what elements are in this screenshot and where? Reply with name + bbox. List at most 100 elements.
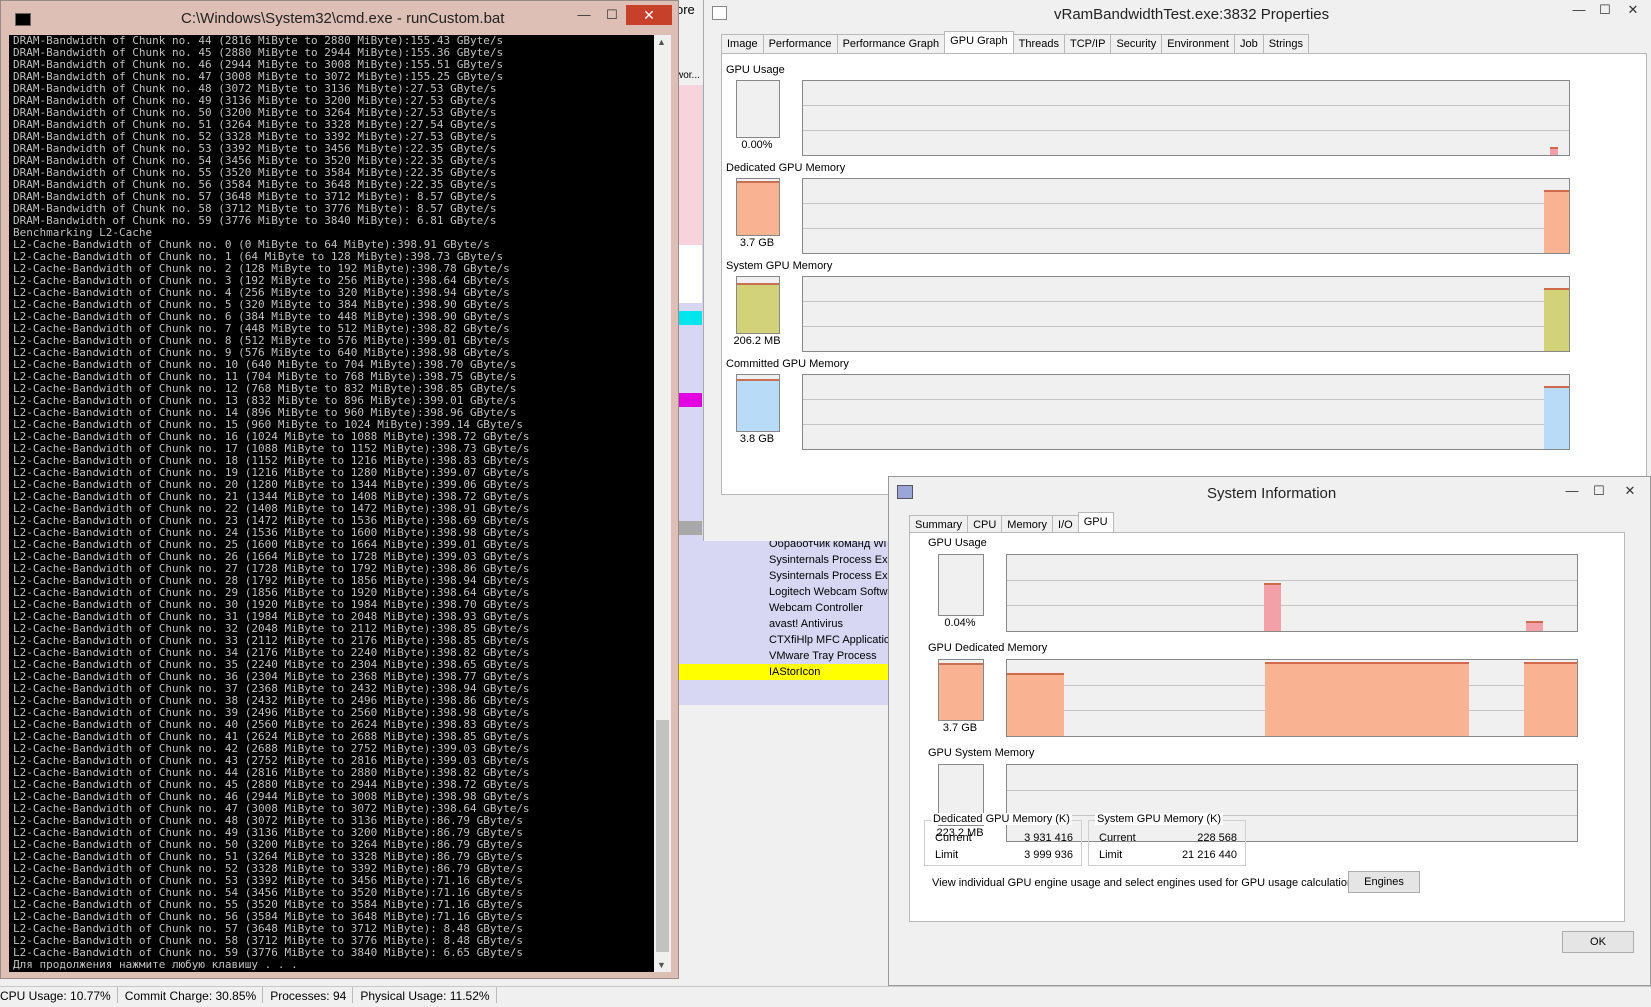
history-segment (1265, 661, 1469, 736)
tab-image[interactable]: Image (721, 34, 764, 53)
system-memory-group: System GPU Memory (K) Current 228 568 Li… (1088, 813, 1246, 866)
current-value: 228 568 (1197, 832, 1237, 844)
scrollbar-thumb[interactable] (656, 720, 669, 952)
tab-strings[interactable]: Strings (1262, 34, 1309, 53)
current-value: 3 931 416 (1024, 832, 1073, 844)
system-information-window: System Information — ☐ ✕ Summary CPU Memor… (888, 476, 1651, 986)
cpu-usage-status: CPU Usage: 10.77% (0, 987, 118, 1003)
history-chart (802, 80, 1570, 156)
gauge-fill (737, 378, 779, 431)
tab-job[interactable]: Job (1233, 34, 1264, 53)
graph-value: 3.7 GB (942, 722, 978, 734)
limit-value: 21 216 440 (1181, 849, 1237, 861)
graph-label: Committed GPU Memory (726, 358, 849, 370)
tab-environment[interactable]: Environment (1161, 34, 1235, 53)
group-caption: Dedicated GPU Memory (K) (931, 813, 1072, 825)
history-chart (802, 178, 1570, 254)
history-segment (1523, 661, 1577, 736)
background-process-names: Обработчик команд Wi Sysinternals Process… (676, 536, 889, 680)
engines-button[interactable]: Engines (1348, 871, 1420, 893)
close-button[interactable]: ✕ (626, 5, 672, 25)
console-output[interactable]: DRAM-Bandwidth of Chunk no. 44 (2816 MiB… (9, 35, 654, 972)
process-name: Sysinternals Process Exp (769, 570, 889, 582)
cmd-title-bar[interactable]: C:\Windows\System32\cmd.exe - runCustom.… (1, 1, 678, 35)
background-column-label: wor... (676, 70, 700, 81)
gpu-graph-panel: GPU Usage 0.00% Dedicated GPU Memory 3.7 GB… (721, 53, 1647, 495)
maximize-button[interactable]: ☐ (599, 5, 625, 25)
processes-status: Processes: 94 (270, 987, 354, 1003)
cmd-title: C:\Windows\System32\cmd.exe - runCustom.… (181, 10, 505, 27)
limit-label: Limit (1099, 849, 1123, 861)
engines-description: View individual GPU engine usage and sel… (932, 877, 1362, 889)
properties-tabs: Image Performance Performance Graph GPU Gra… (721, 31, 1309, 53)
gauge-fill (939, 662, 983, 720)
graph-label: GPU Dedicated Memory (928, 642, 1048, 654)
group-caption: System GPU Memory (K) (1095, 813, 1224, 825)
graph-label: GPU Usage (928, 537, 987, 549)
ok-button[interactable]: OK (1562, 931, 1634, 953)
scroll-down-icon[interactable]: ▼ (657, 960, 666, 970)
tab-performance-graph[interactable]: Performance Graph (836, 34, 946, 53)
maximize-button[interactable]: ☐ (1592, 0, 1618, 20)
current-label: Current (935, 832, 972, 844)
process-name: Logitech Webcam Softwa (769, 586, 889, 598)
system-info-icon (897, 485, 913, 499)
process-name: VMware Tray Process (769, 650, 877, 662)
status-bar: CPU Usage: 10.77% Commit Charge: 30.85% … (0, 986, 1651, 1007)
graph-value: 0.00% (741, 139, 773, 151)
console-scrollbar[interactable]: ▲ ▼ (654, 35, 671, 972)
cmd-window: C:\Windows\System32\cmd.exe - runCustom.… (0, 0, 679, 979)
close-button[interactable]: ✕ (1617, 481, 1643, 501)
graph-value: 206.2 MB (733, 335, 781, 347)
graph-label: GPU Usage (726, 64, 785, 76)
graph-gauge (938, 554, 984, 616)
window-icon (712, 6, 727, 20)
cmd-icon (15, 13, 31, 26)
maximize-button[interactable]: ☐ (1586, 481, 1612, 501)
process-name: avast! Antivirus (769, 618, 843, 630)
current-label: Current (1099, 832, 1136, 844)
history-chart (1006, 659, 1578, 737)
history-segment (1525, 621, 1543, 631)
graph-value: 0.04% (944, 617, 976, 629)
history-segment (1263, 583, 1281, 631)
graph-value: 3.7 GB (739, 237, 775, 249)
process-name: Sysinternals Process Exp (769, 554, 889, 566)
history-segment (1549, 147, 1558, 155)
history-chart (1006, 554, 1578, 632)
tab-performance[interactable]: Performance (762, 34, 838, 53)
history-segment (1544, 288, 1569, 351)
tab-tcp-ip[interactable]: TCP/IP (1064, 34, 1112, 53)
scroll-up-icon[interactable]: ▲ (657, 37, 666, 47)
history-segment (1007, 673, 1064, 736)
tab-threads[interactable]: Threads (1012, 34, 1065, 53)
graph-gauge (938, 659, 984, 721)
graph-label: Dedicated GPU Memory (726, 162, 846, 174)
process-name: CTXfiHlp MFC Application (769, 634, 889, 646)
properties-window: vRamBandwidthTest.exe:3832 Properties — … (703, 0, 1651, 541)
limit-label: Limit (935, 849, 959, 861)
minimize-button[interactable]: — (1559, 481, 1585, 501)
history-chart (802, 374, 1570, 450)
minimize-button[interactable]: — (1566, 0, 1592, 20)
gauge-fill (737, 181, 779, 235)
tab-gpu-graph[interactable]: GPU Graph (944, 31, 1014, 53)
graph-value: 3.8 GB (739, 433, 775, 445)
tab-security[interactable]: Security (1110, 34, 1163, 53)
commit-charge-status: Commit Charge: 30.85% (125, 987, 264, 1003)
close-button[interactable]: ✕ (1620, 0, 1646, 20)
graph-gauge (736, 374, 780, 432)
process-name: Webcam Controller (769, 602, 863, 614)
properties-title: vRamBandwidthTest.exe:3832 Properties (1054, 6, 1330, 23)
graph-gauge (736, 178, 780, 236)
graph-gauge (736, 80, 780, 138)
console-line: Для продолжения нажмите любую клавишу . … (13, 958, 298, 971)
process-name: IAStorIcon (676, 664, 889, 680)
tab-gpu[interactable]: GPU (1077, 512, 1114, 534)
minimize-button[interactable]: — (571, 5, 597, 25)
graph-label: System GPU Memory (726, 260, 833, 272)
history-chart (802, 276, 1570, 352)
graph-gauge (736, 276, 780, 334)
console-lines: DRAM-Bandwidth of Chunk no. 44 (2816 MiB… (13, 35, 530, 971)
physical-usage-status: Physical Usage: 11.52% (360, 987, 497, 1003)
